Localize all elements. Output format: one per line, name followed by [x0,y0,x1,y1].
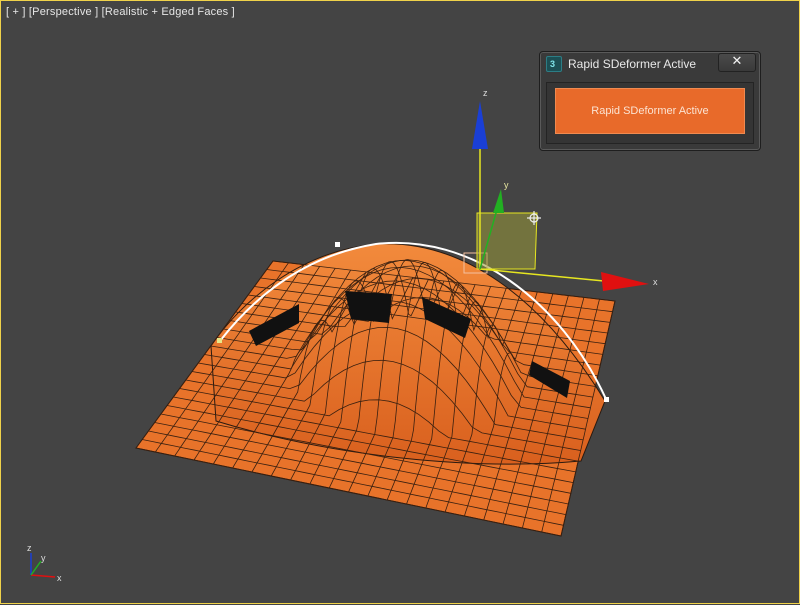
mesh-opening [345,291,392,323]
x-axis-line[interactable] [479,268,605,282]
z-axis-label: z [483,88,488,98]
dialog-body: Rapid SDeformer Active [546,82,754,144]
perspective-viewport[interactable]: z x y z y x [ + ] [Perspective ] [Realis… [0,0,800,604]
z-axis-arrow[interactable] [472,101,488,149]
tripod-y-label: y [41,553,46,563]
tripod-z-label: z [27,543,32,553]
max-app-icon: 3 [546,56,562,72]
y-axis-arrow[interactable] [493,189,504,213]
rapid-sdeformer-dialog[interactable]: 3 Rapid SDeformer Active ✕ Rapid SDeform… [539,51,761,151]
viewport-label-menu[interactable]: [ + ] [Perspective ] [Realistic + Edged … [6,6,235,18]
x-axis-arrow[interactable] [601,272,649,291]
orange-mesh[interactable] [135,241,616,537]
close-button[interactable]: ✕ [718,53,756,72]
tripod-x-label: x [57,573,62,583]
view-axis-tripod: z y x [27,543,62,583]
dialog-title: Rapid SDeformer Active [568,57,697,71]
dialog-title-bar[interactable]: 3 Rapid SDeformer Active ✕ [540,52,760,76]
y-axis-label: y [504,180,509,190]
spline-vertex[interactable] [604,397,609,402]
sdeformer-active-button[interactable]: Rapid SDeformer Active [555,88,745,134]
spline-vertex[interactable] [217,338,222,343]
xy-plane-handle[interactable] [476,212,538,270]
x-axis-label: x [653,277,658,287]
spline-vertex[interactable] [335,242,340,247]
